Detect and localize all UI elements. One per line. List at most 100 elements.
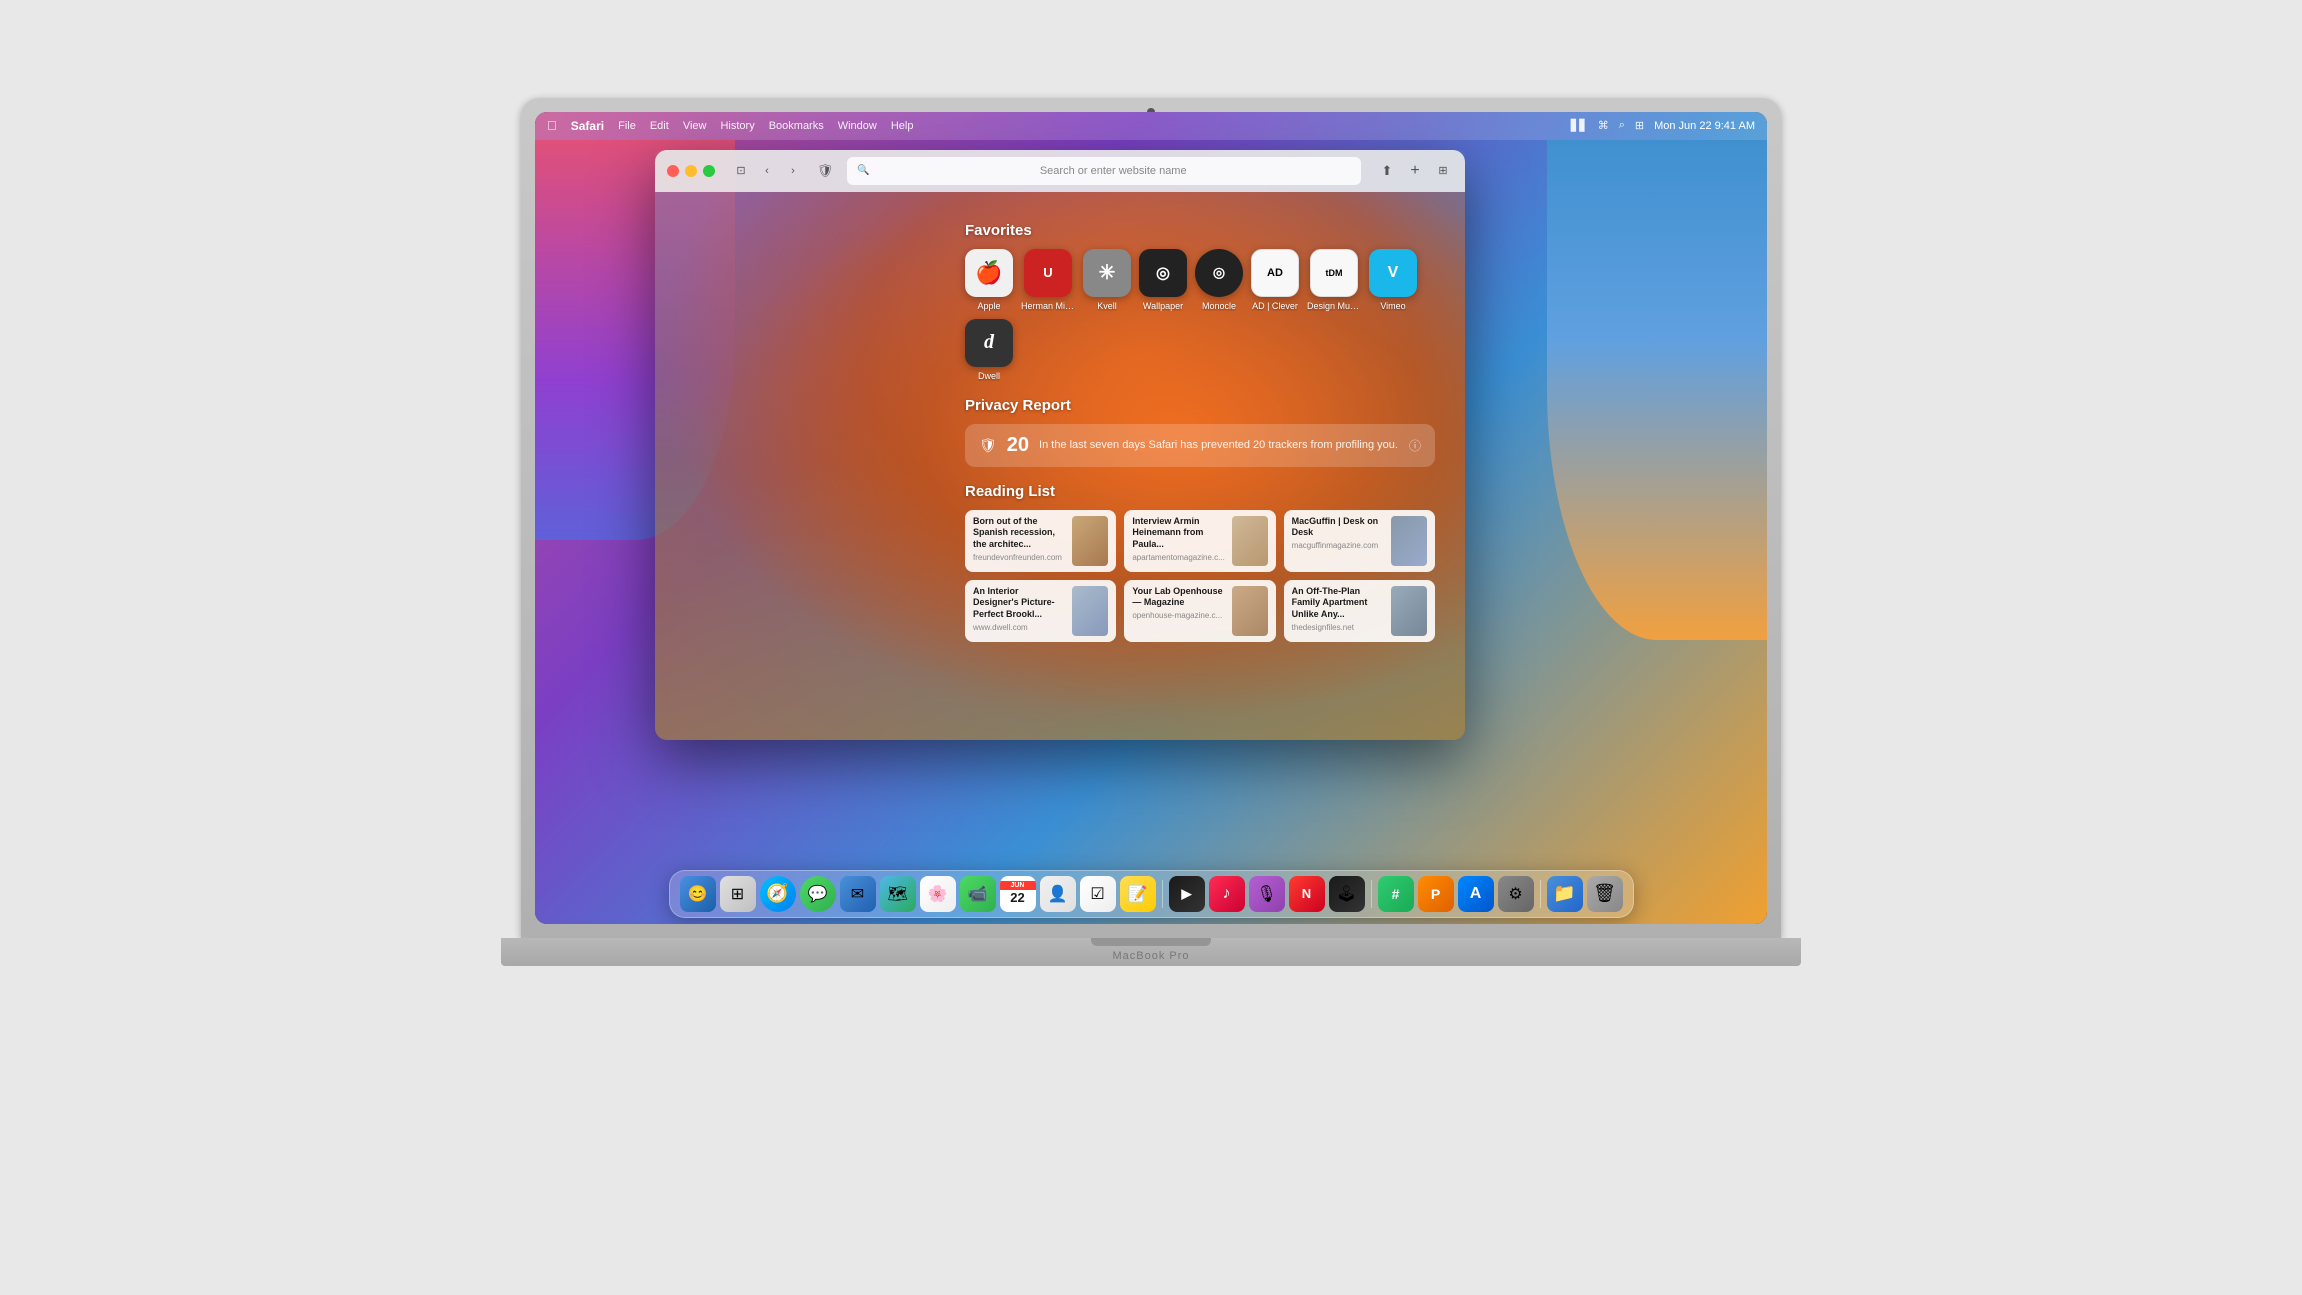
reading-section: Reading List Born out of the Spanish rec… [965, 483, 1435, 642]
dock-contacts[interactable]: 👤 [1040, 876, 1076, 912]
newtab-panel: Favorites 🍎 Apple [965, 222, 1435, 720]
favorite-dwell[interactable]: d Dwell [965, 319, 1013, 381]
reading-card-5-thumb [1232, 586, 1268, 636]
menubar-right: ▋▋ ⌘ ⌕ ⊞ Mon Jun 22 9:41 AM [1571, 119, 1755, 132]
safari-addressbar[interactable]: 🔍 Search or enter website name [847, 157, 1361, 185]
dock-divider-3 [1540, 880, 1541, 908]
reading-card-1-text: Born out of the Spanish recession, the a… [973, 516, 1066, 566]
traffic-light-minimize[interactable] [685, 165, 697, 177]
reading-card-1-title: Born out of the Spanish recession, the a… [973, 516, 1066, 551]
reading-card-4-title: An Interior Designer's Picture-Perfect B… [973, 586, 1066, 621]
macbook-label: MacBook Pro [1112, 950, 1189, 962]
menubar-control-center[interactable]: ⊞ [1635, 119, 1644, 132]
reading-card-1-url: freundevonfreunden.com [973, 553, 1066, 562]
privacy-info-icon[interactable]: ⓘ [1409, 437, 1421, 454]
safari-titlebar: ⊡ ‹ › 🛡 🔍 Search or enter website name ⬆ [655, 150, 1465, 192]
dock-reminders[interactable]: ☑ [1080, 876, 1116, 912]
dock-safari[interactable]: 🧭 [760, 876, 796, 912]
menubar-search-icon[interactable]: ⌕ [1619, 119, 1625, 132]
menubar-wifi-icon[interactable]: ⌘ [1598, 119, 1609, 132]
dock-system-prefs[interactable]: ⚙ [1498, 876, 1534, 912]
dock-podcasts[interactable]: 🎙 [1249, 876, 1285, 912]
dock-notes[interactable]: 📝 [1120, 876, 1156, 912]
reading-card-1[interactable]: Born out of the Spanish recession, the a… [965, 510, 1116, 572]
menubar-help[interactable]: Help [891, 120, 914, 132]
dock-arcade[interactable]: 🕹 [1329, 876, 1365, 912]
new-tab-icon[interactable]: + [1405, 161, 1425, 181]
reading-card-6-title: An Off-The-Plan Family Apartment Unlike … [1292, 586, 1385, 621]
back-icon[interactable]: ‹ [757, 161, 777, 181]
reading-card-1-thumb [1072, 516, 1108, 566]
desktop-blob-right [1547, 140, 1767, 640]
dock-photos[interactable]: 🌸 [920, 876, 956, 912]
menubar-battery-icon: ▋▋ [1571, 119, 1588, 132]
dock-maps[interactable]: 🗺 [880, 876, 916, 912]
menubar-edit[interactable]: Edit [650, 120, 669, 132]
reading-card-3[interactable]: MacGuffin | Desk on Desk macguffinmagazi… [1284, 510, 1435, 572]
dock-files[interactable]: 📁 [1547, 876, 1583, 912]
menubar-window[interactable]: Window [838, 120, 877, 132]
dock-music[interactable]: ♪ [1209, 876, 1245, 912]
menubar-view[interactable]: View [683, 120, 707, 132]
macbook-lid:  Safari File Edit View History Bookmark… [521, 98, 1781, 938]
reading-card-2-body: Interview Armin Heinemann from Paula... … [1124, 510, 1275, 572]
traffic-light-close[interactable] [667, 165, 679, 177]
forward-icon[interactable]: › [783, 161, 803, 181]
favorite-wallpaper-icon: ◎ [1139, 249, 1187, 297]
dock-divider-2 [1371, 880, 1372, 908]
shield-icon[interactable]: 🛡 [815, 161, 835, 181]
dock-launchpad[interactable]: ⊞ [720, 876, 756, 912]
reading-card-4[interactable]: An Interior Designer's Picture-Perfect B… [965, 580, 1116, 642]
reading-card-5-body: Your Lab Openhouse — Magazine openhouse-… [1124, 580, 1275, 642]
safari-content: Favorites 🍎 Apple [655, 192, 1465, 740]
dock-calendar[interactable]: JUN 22 [1000, 876, 1036, 912]
favorite-tdm[interactable]: tDM Design Museum [1307, 249, 1361, 311]
menubar-app-name[interactable]: Safari [571, 119, 604, 133]
favorite-tdm-label: Design Museum [1307, 301, 1361, 311]
dock-appstore[interactable]: A [1458, 876, 1494, 912]
reading-card-5[interactable]: Your Lab Openhouse — Magazine openhouse-… [1124, 580, 1275, 642]
menubar-bookmarks[interactable]: Bookmarks [769, 120, 824, 132]
reading-card-3-body: MacGuffin | Desk on Desk macguffinmagazi… [1284, 510, 1435, 572]
favorite-apple[interactable]: 🍎 Apple [965, 249, 1013, 311]
tab-overview-icon[interactable]: ⊞ [1433, 161, 1453, 181]
dock-trash[interactable]: 🗑 [1587, 876, 1623, 912]
menubar-items: File Edit View History Bookmarks Window … [618, 120, 913, 132]
share-icon[interactable]: ⬆ [1377, 161, 1397, 181]
favorite-ad[interactable]: AD AD | Clever [1251, 249, 1299, 311]
favorite-herman[interactable]: U Herman Miller [1021, 249, 1075, 311]
favorite-kvell[interactable]: ✳ Kvell [1083, 249, 1131, 311]
reading-card-6-text: An Off-The-Plan Family Apartment Unlike … [1292, 586, 1385, 636]
menubar-file[interactable]: File [618, 120, 636, 132]
favorite-wallpaper-label: Wallpaper [1143, 301, 1183, 311]
privacy-card[interactable]: 🛡 20 In the last seven days Safari has p… [965, 424, 1435, 467]
reading-card-3-title: MacGuffin | Desk on Desk [1292, 516, 1385, 539]
safari-window: ⊡ ‹ › 🛡 🔍 Search or enter website name ⬆ [655, 150, 1465, 740]
traffic-light-maximize[interactable] [703, 165, 715, 177]
sidebar-toggle-icon[interactable]: ⊡ [731, 161, 751, 181]
favorite-monocle[interactable]: ◎ Monocle [1195, 249, 1243, 311]
dock-facetime[interactable]: 📹 [960, 876, 996, 912]
reading-card-6[interactable]: An Off-The-Plan Family Apartment Unlike … [1284, 580, 1435, 642]
menubar-history[interactable]: History [720, 120, 754, 132]
reading-card-3-thumb [1391, 516, 1427, 566]
reading-card-2[interactable]: Interview Armin Heinemann from Paula... … [1124, 510, 1275, 572]
dock-news[interactable]: N [1289, 876, 1325, 912]
favorite-vimeo[interactable]: V Vimeo [1369, 249, 1417, 311]
traffic-lights [667, 165, 715, 177]
favorite-dwell-icon: d [965, 319, 1013, 367]
dock-messages[interactable]: 💬 [800, 876, 836, 912]
favorite-apple-icon: 🍎 [965, 249, 1013, 297]
dock-tv[interactable]: ▶ [1169, 876, 1205, 912]
favorite-ad-label: AD | Clever [1252, 301, 1298, 311]
reading-card-2-title: Interview Armin Heinemann from Paula... [1132, 516, 1225, 551]
reading-card-5-text: Your Lab Openhouse — Magazine openhouse-… [1132, 586, 1225, 636]
dock-numbers[interactable]: # [1378, 876, 1414, 912]
dock-mail[interactable]: ✉ [840, 876, 876, 912]
reading-card-3-url: macguffinmagazine.com [1292, 541, 1385, 550]
favorite-wallpaper[interactable]: ◎ Wallpaper [1139, 249, 1187, 311]
dock-pages[interactable]: P [1418, 876, 1454, 912]
apple-menu-icon[interactable]:  [547, 118, 557, 133]
reading-card-4-url: www.dwell.com [973, 623, 1066, 632]
dock-finder[interactable]: 😊 [680, 876, 716, 912]
